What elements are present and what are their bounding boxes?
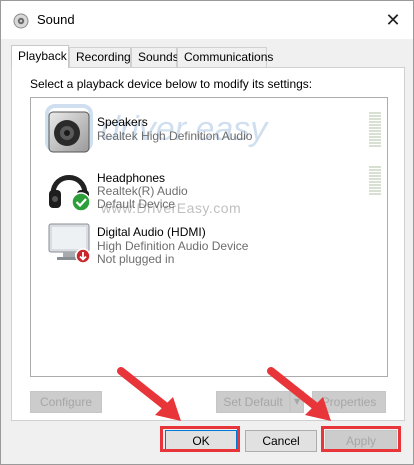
device-status: Not plugged in bbox=[97, 252, 175, 266]
device-driver: Realtek(R) Audio bbox=[97, 184, 188, 198]
set-default-dropdown-button[interactable]: ▾ bbox=[290, 391, 304, 413]
device-list[interactable]: driver easy www.DriverEasy.com Speakers bbox=[30, 97, 388, 377]
device-name: Digital Audio (HDMI) bbox=[97, 225, 206, 239]
device-driver: Realtek High Definition Audio bbox=[97, 129, 253, 143]
device-name: Headphones bbox=[97, 171, 166, 185]
device-headphones[interactable]: Headphones Realtek(R) Audio Default Devi… bbox=[31, 164, 387, 220]
tab-communications[interactable]: Communications bbox=[177, 47, 273, 67]
window-title: Sound bbox=[37, 12, 75, 27]
tab-sounds[interactable]: Sounds bbox=[131, 47, 179, 67]
speaker-device-icon bbox=[48, 111, 90, 153]
volume-meter bbox=[369, 112, 381, 147]
playback-panel: Select a playback device below to modify… bbox=[11, 67, 405, 421]
close-icon: ✕ bbox=[385, 10, 401, 30]
title-bar: Sound ✕ bbox=[1, 1, 413, 39]
device-status: Default Device bbox=[97, 197, 176, 211]
headphones-icon bbox=[49, 175, 91, 212]
device-name: Speakers bbox=[97, 115, 148, 129]
device-driver: High Definition Audio Device bbox=[97, 239, 249, 253]
monitor-icon bbox=[48, 223, 91, 264]
tab-playback[interactable]: Playback bbox=[11, 45, 69, 68]
ok-button[interactable]: OK bbox=[165, 430, 237, 452]
configure-button[interactable]: Configure bbox=[30, 391, 102, 413]
apply-button[interactable]: Apply bbox=[325, 430, 397, 452]
device-digital-audio-hdmi[interactable]: Digital Audio (HDMI) High Definition Aud… bbox=[31, 218, 387, 274]
instruction-text: Select a playback device below to modify… bbox=[30, 77, 313, 91]
device-speakers[interactable]: Speakers Realtek High Definition Audio bbox=[31, 108, 387, 164]
volume-meter bbox=[369, 166, 381, 195]
speaker-icon bbox=[13, 13, 29, 29]
cancel-button[interactable]: Cancel bbox=[245, 430, 317, 452]
sound-dialog: Sound ✕ Playback Recording Sounds Commun… bbox=[0, 0, 414, 465]
default-check-icon bbox=[71, 192, 91, 212]
set-default-button[interactable]: Set Default bbox=[216, 391, 290, 413]
chevron-down-icon: ▾ bbox=[293, 394, 301, 408]
properties-button[interactable]: Properties bbox=[312, 391, 386, 413]
close-button[interactable]: ✕ bbox=[379, 7, 407, 33]
tab-recording[interactable]: Recording bbox=[69, 47, 131, 67]
